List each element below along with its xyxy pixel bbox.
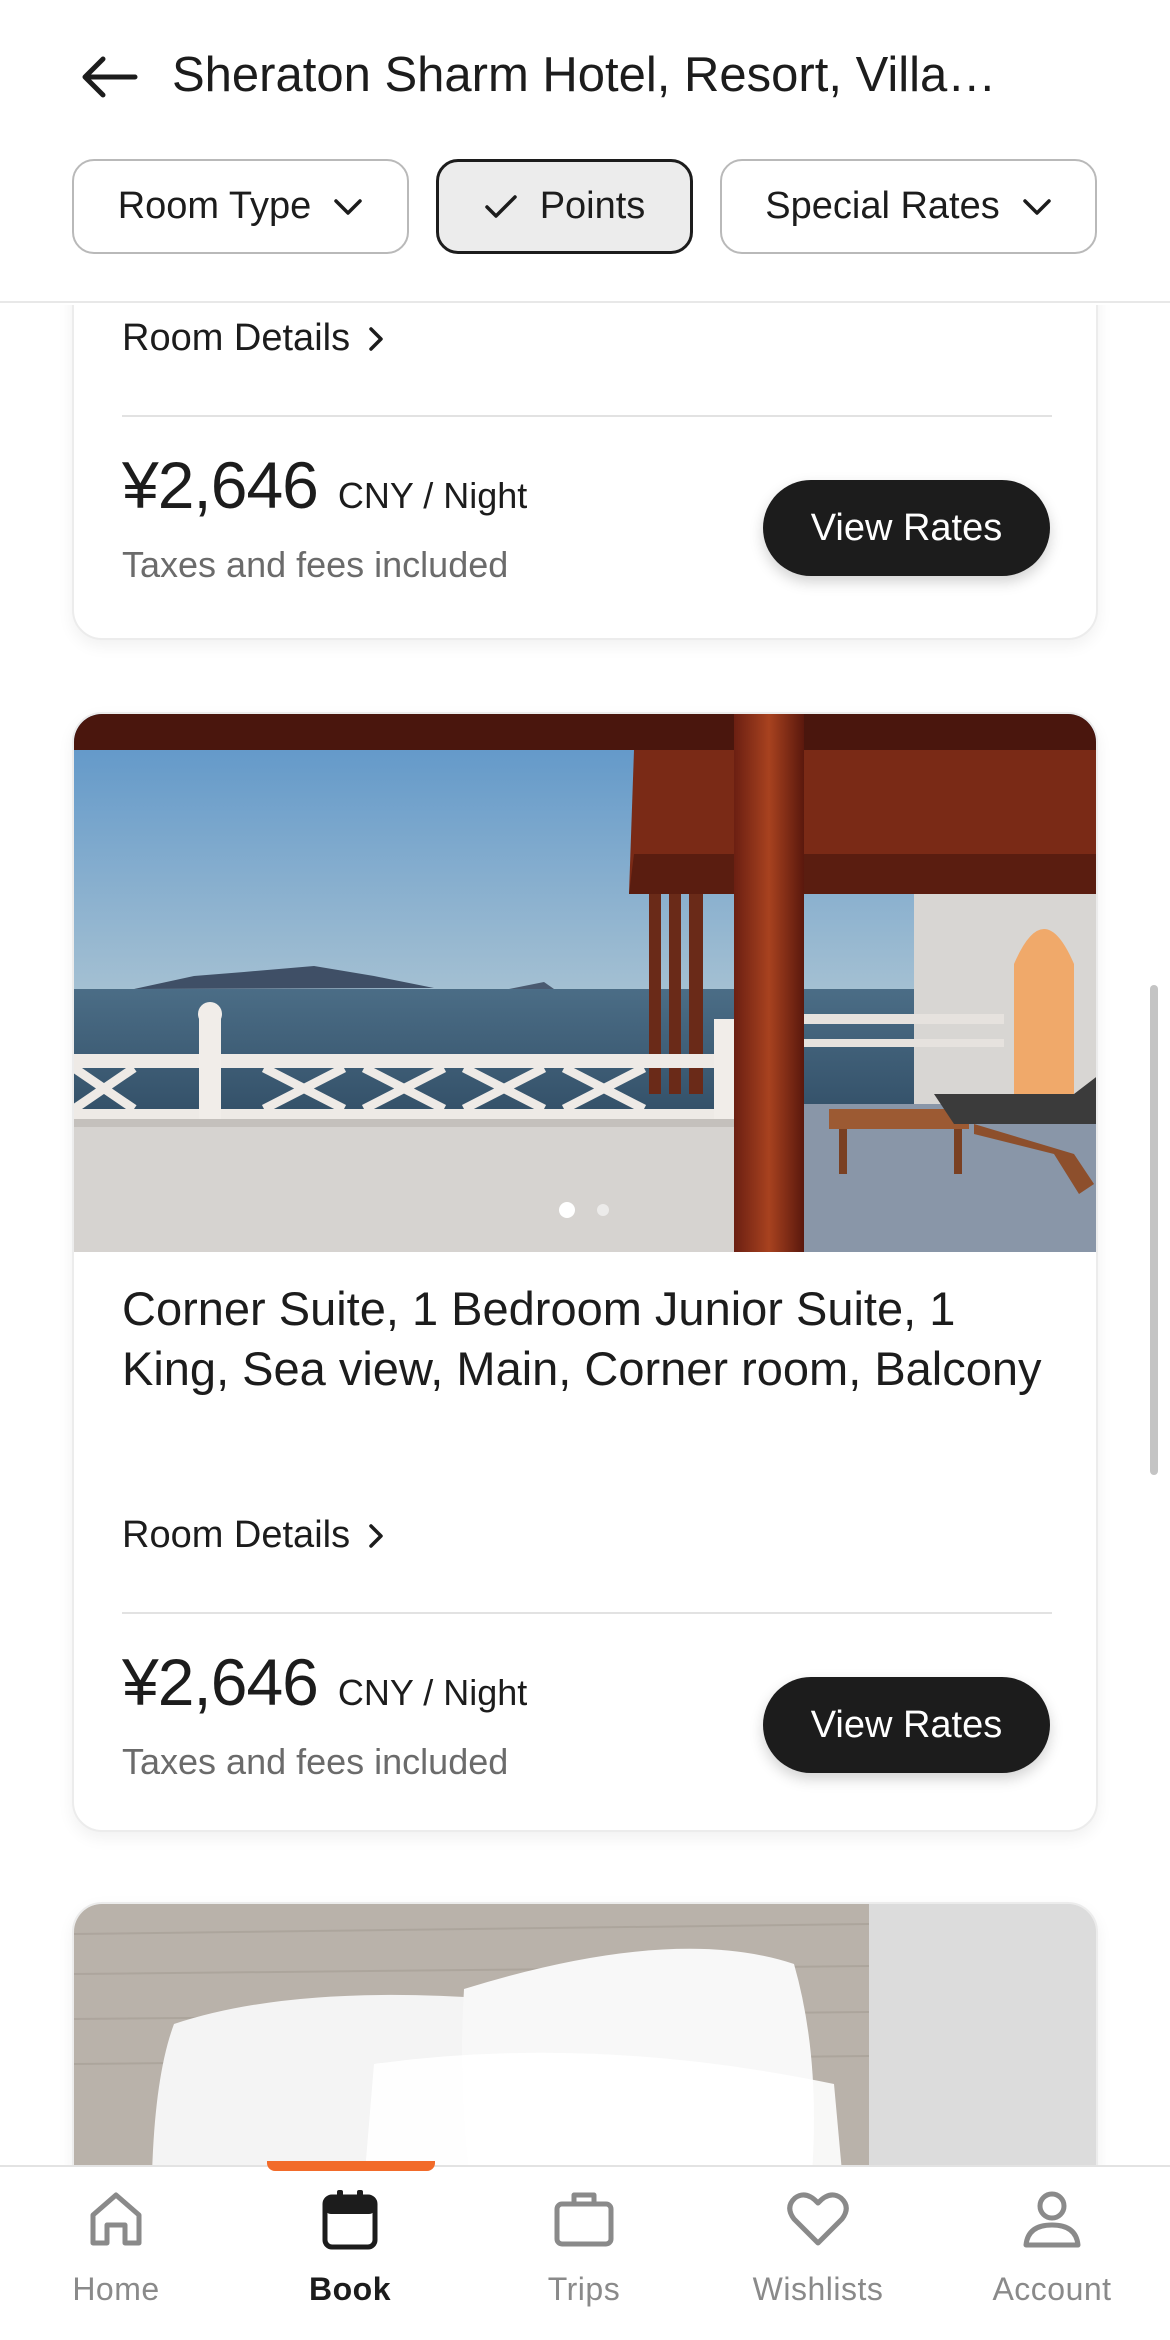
room-details-label: Room Details xyxy=(122,317,351,359)
nav-account[interactable]: Account xyxy=(952,2187,1152,2308)
taxes-note: Taxes and fees included xyxy=(122,1741,509,1782)
room-photo xyxy=(74,1904,1096,2165)
price-unit: CNY / Night xyxy=(337,475,528,516)
checkmark-icon xyxy=(484,194,517,218)
room-photo-carousel[interactable] xyxy=(74,714,1096,1252)
back-button[interactable] xyxy=(72,40,146,114)
nav-label: Trips xyxy=(547,2271,621,2307)
room-card: Corner Suite, 1 Bedroom Junior Suite, 1 … xyxy=(72,712,1098,1832)
price-unit: CNY / Night xyxy=(337,1672,528,1713)
taxes-note: Taxes and fees included xyxy=(122,544,509,585)
person-icon xyxy=(1023,2191,1081,2248)
room-details-link[interactable]: Room Details xyxy=(122,1514,384,1557)
nav-label: Book xyxy=(309,2271,391,2307)
bottom-navigation: Home Book Trips Wishlists Account xyxy=(0,2161,1170,2340)
nav-wishlists[interactable]: Wishlists xyxy=(718,2187,918,2308)
page-title: Sheraton Sharm Hotel, Resort, Villa… xyxy=(172,48,997,102)
nav-label: Home xyxy=(72,2271,160,2307)
view-rates-button[interactable]: View Rates xyxy=(763,480,1050,576)
special-rates-filter[interactable]: Special Rates xyxy=(720,159,1097,254)
active-tab-indicator xyxy=(267,2161,435,2171)
points-label: Points xyxy=(539,185,646,227)
nav-label: Wishlists xyxy=(752,2271,884,2307)
room-details-link[interactable]: Room Details xyxy=(122,317,384,360)
scrollbar[interactable] xyxy=(1150,985,1158,1475)
nav-trips[interactable]: Trips xyxy=(484,2187,684,2308)
carousel-dots xyxy=(559,1202,609,1218)
arrow-left-icon xyxy=(82,56,138,98)
room-card: Room Details ¥2,646 CNY / Night Taxes an… xyxy=(72,305,1098,640)
room-list[interactable]: Room Details ¥2,646 CNY / Night Taxes an… xyxy=(0,305,1170,2165)
room-type-filter[interactable]: Room Type xyxy=(72,159,409,254)
divider xyxy=(122,1612,1052,1614)
points-filter[interactable]: Points xyxy=(436,159,693,254)
price-row: ¥2,646 CNY / Night xyxy=(122,1644,527,1720)
view-rates-button[interactable]: View Rates xyxy=(763,1677,1050,1773)
top-header: Sheraton Sharm Hotel, Resort, Villa… Roo… xyxy=(0,0,1170,303)
nav-label: Account xyxy=(992,2271,1112,2307)
room-name: Corner Suite, 1 Bedroom Junior Suite, 1 … xyxy=(122,1282,1042,1395)
suitcase-icon xyxy=(554,2192,614,2247)
room-card xyxy=(72,1902,1098,2165)
price-value: ¥2,646 xyxy=(122,448,319,522)
nav-book[interactable]: Book xyxy=(250,2187,450,2308)
special-rates-label: Special Rates xyxy=(765,185,1000,227)
chevron-right-icon xyxy=(369,326,383,351)
room-type-label: Room Type xyxy=(117,185,312,227)
price-value: ¥2,646 xyxy=(122,1645,319,1719)
chevron-right-icon xyxy=(369,1523,383,1548)
chevron-down-icon xyxy=(1022,198,1051,215)
filter-bar: Room Type Points Special Rates xyxy=(72,159,1097,254)
room-photo-carousel[interactable] xyxy=(74,1904,1096,2165)
calendar-icon xyxy=(322,2190,378,2250)
price-row: ¥2,646 CNY / Night xyxy=(122,447,527,523)
carousel-dot-active[interactable] xyxy=(559,1202,575,1218)
nav-home[interactable]: Home xyxy=(16,2187,216,2308)
room-details-label: Room Details xyxy=(122,1514,351,1556)
home-icon xyxy=(90,2192,142,2246)
chevron-down-icon xyxy=(334,198,363,215)
carousel-dot[interactable] xyxy=(597,1204,609,1216)
room-photo xyxy=(74,714,1096,1252)
heart-icon xyxy=(787,2192,849,2246)
divider xyxy=(122,415,1052,417)
